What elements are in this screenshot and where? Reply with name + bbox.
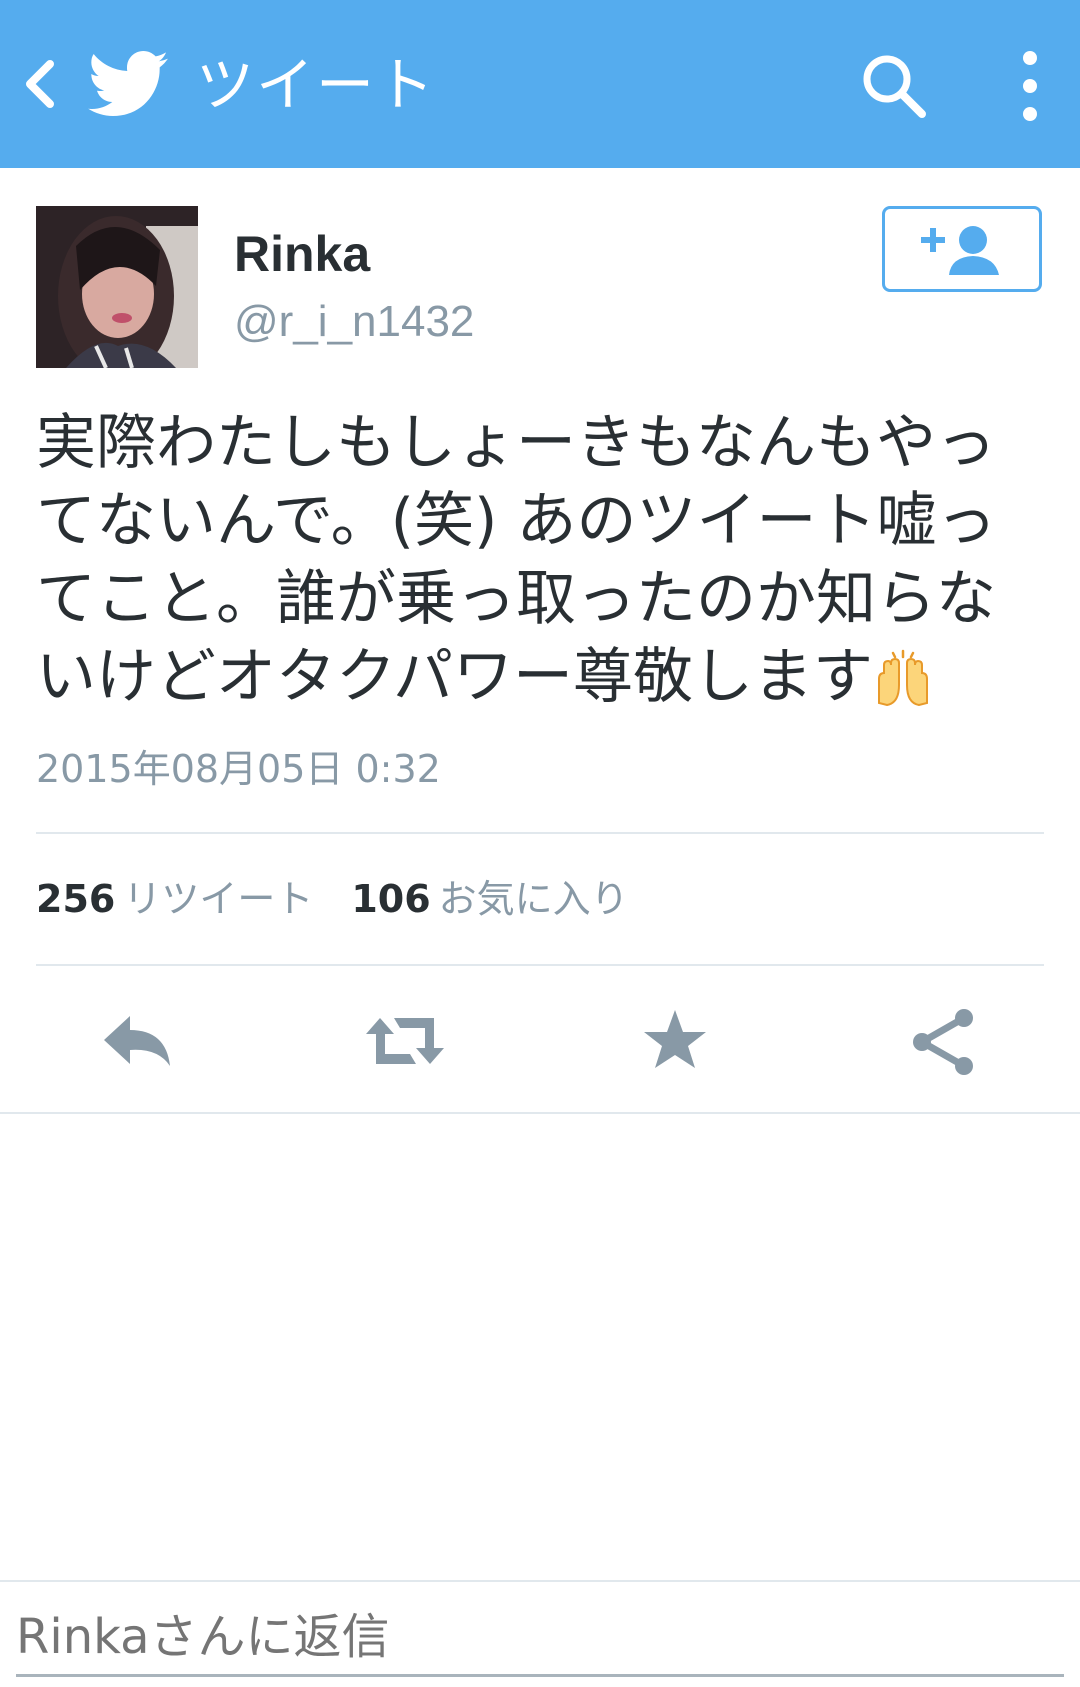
reply-bar (0, 1580, 1080, 1687)
add-user-icon (921, 226, 999, 275)
share-icon[interactable] (904, 1000, 986, 1082)
follow-button[interactable] (882, 206, 1042, 292)
tweet-text-body: 実際わたしもしょーきもなんもやってないんで。(笑) あのツイート嘘ってこと。誰が… (36, 408, 997, 712)
user-name[interactable]: Rinka (234, 224, 370, 284)
raised-hands-icon (878, 649, 928, 707)
tweet-stats: 256 リツイート 106 お気に入り (36, 872, 629, 926)
user-handle[interactable]: @r_i_n1432 (234, 294, 474, 350)
divider (36, 964, 1044, 966)
reply-icon[interactable] (96, 1000, 178, 1082)
search-icon[interactable] (860, 52, 928, 120)
favorites-count: 106 (351, 877, 431, 921)
favorites-label: お気に入り (438, 877, 629, 921)
star-icon[interactable] (634, 1000, 716, 1082)
retweets-count: 256 (36, 877, 116, 921)
more-vertical-icon[interactable] (1010, 48, 1050, 124)
tweet-timestamp: 2015年08月05日 0:32 (36, 747, 441, 791)
chevron-left-icon[interactable] (20, 56, 60, 112)
avatar[interactable] (36, 206, 198, 368)
twitter-bird-icon (88, 51, 168, 116)
app-header: ツイート (0, 0, 1080, 168)
retweet-icon[interactable] (364, 1000, 446, 1082)
tweet-actions (0, 1000, 1080, 1082)
page-title: ツイート (196, 51, 437, 119)
divider (36, 832, 1044, 834)
reply-input[interactable] (16, 1606, 1056, 1668)
divider (0, 1112, 1080, 1114)
retweets-label: リツイート (123, 877, 314, 921)
input-underline (16, 1674, 1064, 1677)
favorites-stat[interactable]: 106 お気に入り (351, 877, 628, 921)
retweets-stat[interactable]: 256 リツイート (36, 877, 313, 921)
tweet-text: 実際わたしもしょーきもなんもやってないんで。(笑) あのツイート嘘ってこと。誰が… (36, 404, 1046, 716)
